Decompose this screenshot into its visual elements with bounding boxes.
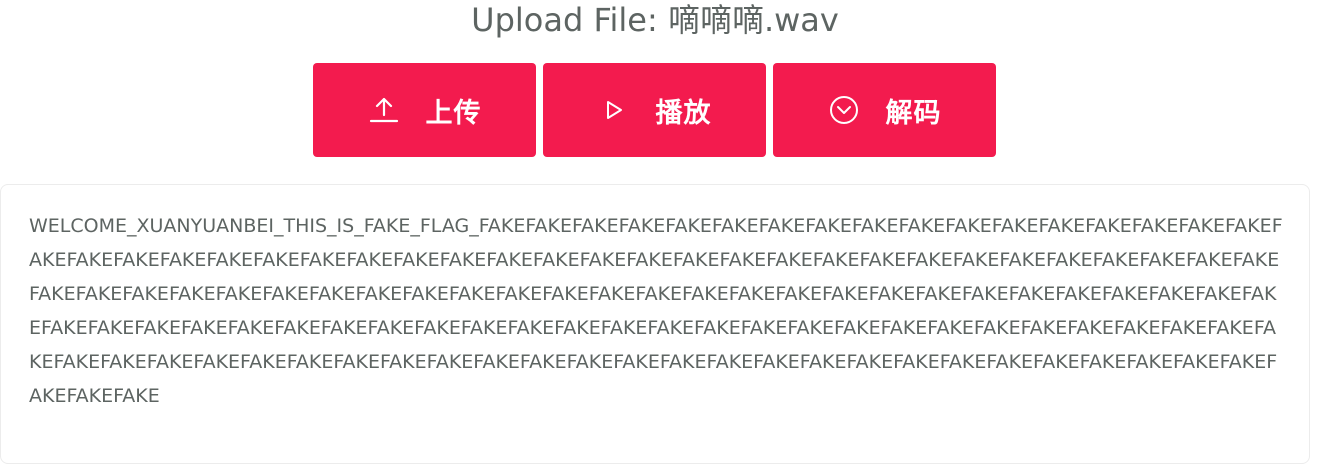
page-title: Upload File: 嘀嘀嘀.wav <box>471 1 839 39</box>
upload-button-label: 上传 <box>425 97 482 129</box>
play-icon <box>598 94 630 126</box>
upload-icon <box>368 94 400 126</box>
play-button-label: 播放 <box>655 97 712 129</box>
chevron-down-circle-icon <box>828 94 860 126</box>
play-button[interactable]: 播放 <box>543 63 766 157</box>
result-card: WELCOME_XUANYUANBEI_THIS_IS_FAKE_FLAG_FA… <box>0 184 1310 464</box>
upload-button[interactable]: 上传 <box>313 63 536 157</box>
decode-button[interactable]: 解码 <box>773 63 996 157</box>
decoded-text: WELCOME_XUANYUANBEI_THIS_IS_FAKE_FLAG_FA… <box>29 215 1283 407</box>
decode-button-label: 解码 <box>885 97 942 129</box>
